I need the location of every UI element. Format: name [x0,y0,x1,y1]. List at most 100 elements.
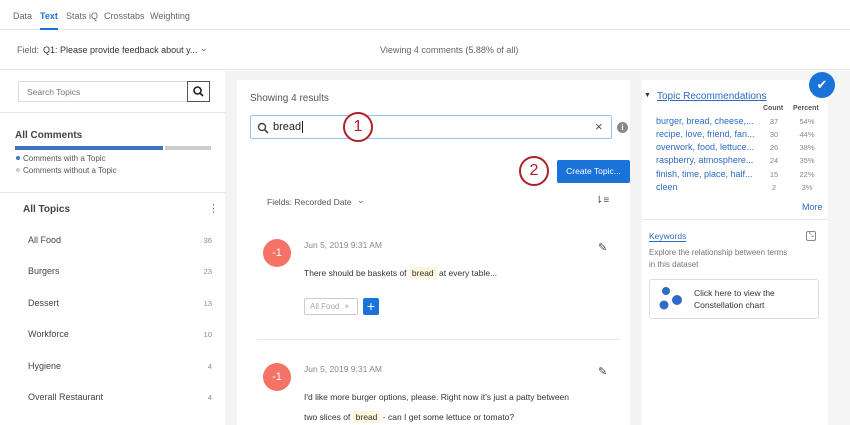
recommendation[interactable]: recipe, love, friend, fan... [656,129,755,139]
highlight: bread [352,411,381,423]
field-select[interactable]: Q1: Please provide feedback about y... [43,45,197,55]
legend-with: Comments with a Topic [23,154,106,163]
topic-count: 13 [203,299,212,308]
recommendation[interactable]: overwork, food, lettuce... [656,142,754,152]
topic-item[interactable]: Burgers [28,266,60,276]
search-value: bread [273,121,304,133]
search-topics-input[interactable] [18,81,188,102]
topic-count: 36 [203,236,212,245]
field-bar: Field: Q1: Please provide feedback about… [0,30,850,70]
search-icon [257,122,269,134]
topic-count: 4 [207,362,212,371]
topic-item[interactable]: All Food [28,235,61,245]
edit-icon[interactable]: ✎ [598,365,607,378]
keywords-link[interactable]: Keywords [649,231,687,242]
text-segment: - can I get some lettuce or tomato? [382,412,515,422]
topic-item[interactable]: Overall Restaurant [28,392,103,402]
keywords-description: Explore the relationship between terms [649,248,788,257]
rec-count: 24 [769,156,779,165]
topic-count: 10 [203,330,212,339]
callout-1: 1 [343,112,373,142]
checkmark-icon[interactable]: ✔ [809,72,835,98]
highlight: bread [408,267,437,279]
text-segment: at every table... [439,268,498,278]
legend-dot-with [16,156,20,160]
topic-recommendations-title[interactable]: Topic Recommendations [657,91,767,102]
tag-label: All Food [310,302,340,311]
rec-percent: 3% [801,183,813,192]
all-topics-heading: All Topics [23,204,71,215]
text-segment: two slices of [304,412,351,422]
rec-count: 15 [769,170,779,179]
constellation-chart-button[interactable]: Click here to view the Constellation cha… [649,279,819,319]
comment-text: There should be baskets of bread at ever… [304,267,498,279]
clear-icon[interactable]: × [595,119,603,134]
recommendation[interactable]: finish, time, place, half... [656,169,753,179]
rec-percent: 35% [799,156,815,165]
add-topic-button[interactable]: + [363,298,379,315]
chevron-down-icon[interactable]: ⌄ [357,195,365,206]
percent-header: Percent [793,105,819,112]
legend-dot-without [16,168,20,172]
search-icon [193,86,204,97]
comment-search-input[interactable]: bread × [250,115,612,139]
expand-icon[interactable]: ⤡ [806,231,816,241]
all-comments-heading: All Comments [15,130,83,141]
results-count: Showing 4 results [250,93,329,104]
more-link[interactable]: More [802,202,823,212]
count-header: Count [763,105,784,112]
rec-percent: 54% [799,117,815,126]
divider [257,339,620,340]
rec-count: 37 [769,117,779,126]
with-topic-bar [15,146,163,150]
rec-percent: 22% [799,170,815,179]
divider [0,112,225,113]
collapse-triangle-icon[interactable]: ▼ [644,92,651,99]
rec-percent: 38% [799,143,815,152]
constellation-icon [659,287,682,310]
remove-tag-icon[interactable]: × [344,302,349,311]
tab-crosstabs[interactable]: Crosstabs [104,11,145,21]
sentiment-badge[interactable]: -1 [263,363,291,391]
viewing-count: Viewing 4 comments (5.88% of all) [380,45,519,55]
legend-without: Comments without a Topic [23,166,117,175]
divider [642,219,828,220]
recommendation[interactable]: cleen [656,182,678,192]
more-options-icon[interactable]: ⋮ [208,202,219,215]
comment-date: Jun 5, 2019 9:31 AM [304,240,382,250]
topic-count: 4 [207,393,212,402]
keywords-description: in this dataset [649,260,699,269]
constellation-text: Constellation chart [694,300,765,310]
rec-percent: 44% [799,130,815,139]
callout-2: 2 [519,156,549,186]
search-topics-button[interactable] [187,81,210,102]
info-icon[interactable]: i [617,122,628,133]
sentiment-badge[interactable]: -1 [263,239,291,267]
topic-item[interactable]: Dessert [28,298,59,308]
without-topic-bar [165,146,211,150]
field-label: Field: [17,45,40,55]
recommendation[interactable]: burger, bread, cheese,... [656,116,754,126]
topic-item[interactable]: Hygiene [28,361,61,371]
rec-count: 26 [769,143,779,152]
text-segment: There should be baskets of [304,268,407,278]
tab-text[interactable]: Text [40,11,58,30]
topic-tag: All Food × [304,298,358,315]
comment-text: two slices of bread - can I get some let… [304,411,515,423]
comment-text: I'd like more burger options, please. Ri… [304,392,569,402]
recommendation[interactable]: raspberry, atmosphere... [656,155,753,165]
tab-stats-iq[interactable]: Stats iQ [66,11,98,21]
sort-icon[interactable]: ⇂≡ [595,195,609,206]
fields-select[interactable]: Fields: Recorded Date [267,197,352,207]
tab-data[interactable]: Data [13,11,32,21]
topics-sidebar [0,71,225,425]
topic-count: 23 [203,267,212,276]
rec-count: 2 [771,183,777,192]
topic-item[interactable]: Workforce [28,329,69,339]
tab-weighting[interactable]: Weighting [150,11,190,21]
create-topic-button[interactable]: Create Topic... [557,160,630,183]
tab-bar: Data Text Stats iQ Crosstabs Weighting [0,0,850,30]
chevron-down-icon[interactable]: ⌄ [200,43,208,54]
edit-icon[interactable]: ✎ [598,241,607,254]
comment-date: Jun 5, 2019 9:31 AM [304,364,382,374]
